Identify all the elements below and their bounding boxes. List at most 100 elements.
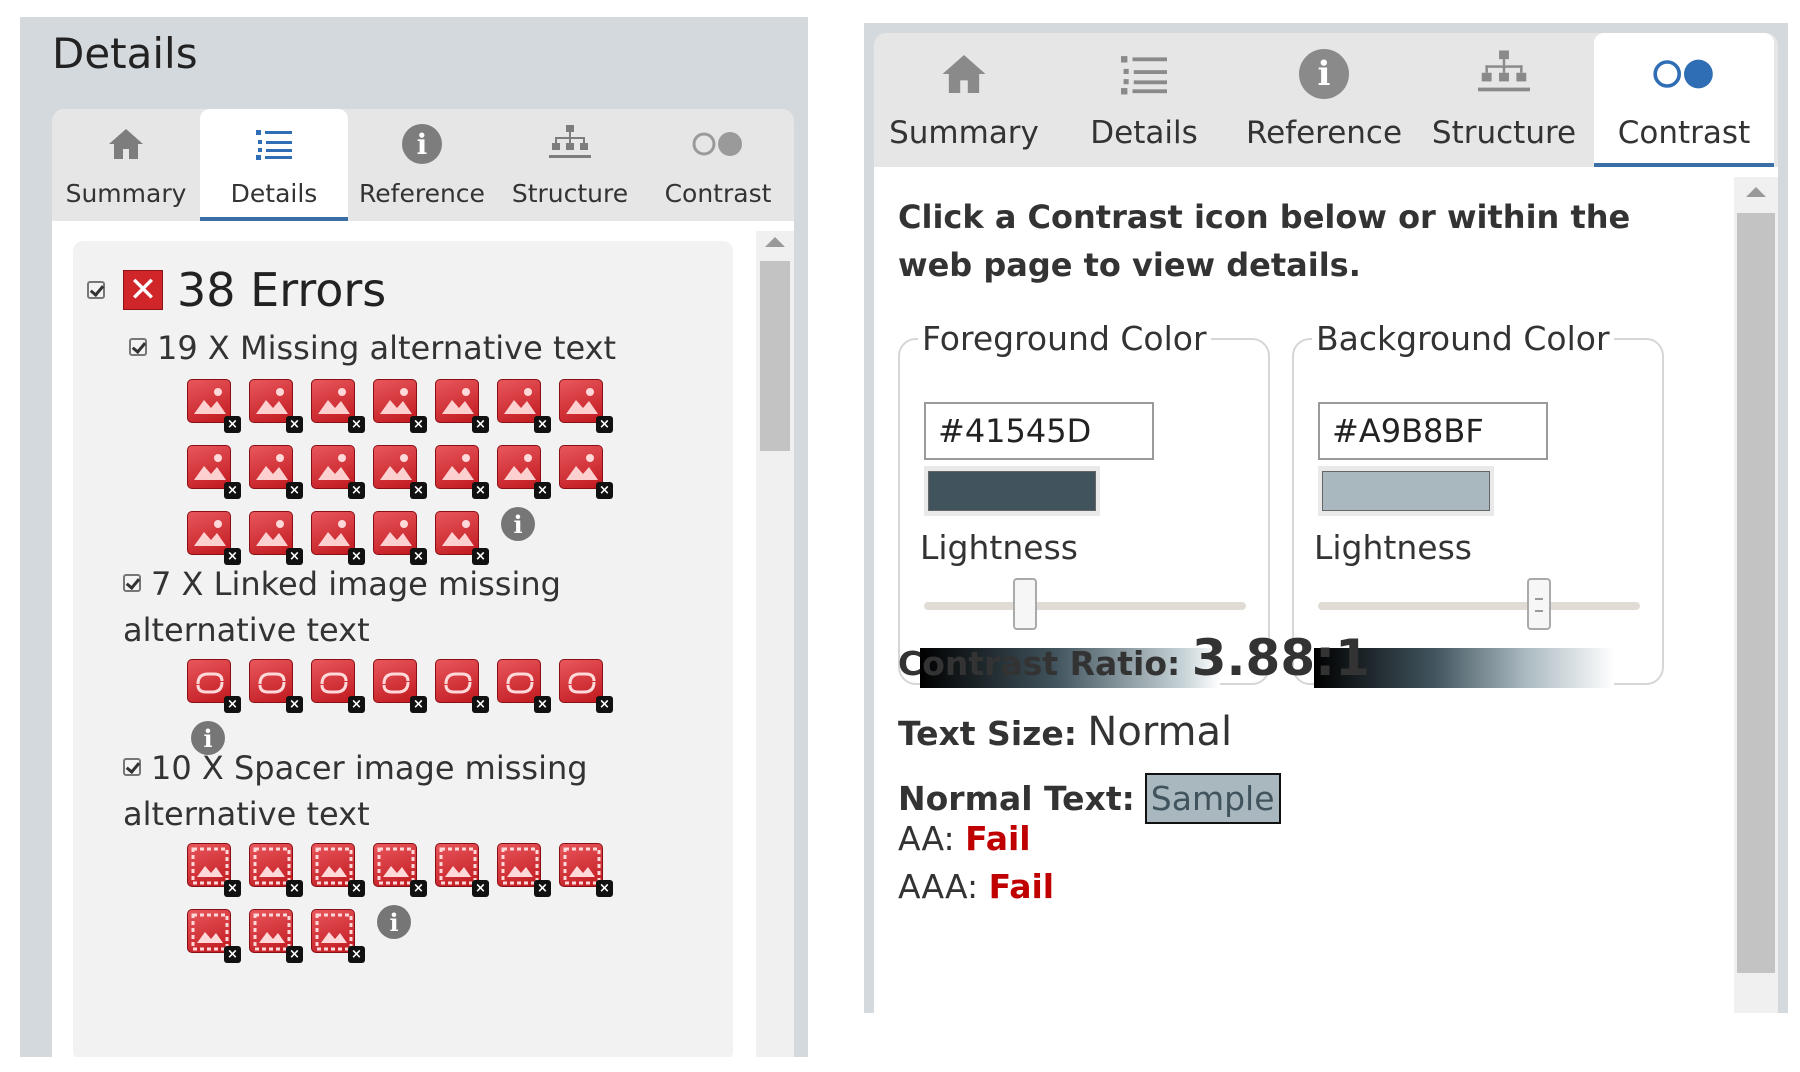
background-lightness-label: Lightness <box>1314 528 1472 567</box>
tab-summary[interactable]: Summary <box>52 109 200 221</box>
x-badge-icon: × <box>286 946 303 963</box>
tab-summary[interactable]: Summary <box>874 33 1054 167</box>
missing-alt-image-icon[interactable]: × <box>435 445 489 499</box>
group-title: 19 X Missing alternative text <box>157 329 617 367</box>
text-size: Text Size: Normal <box>898 709 1232 755</box>
tab-structure[interactable]: Structure <box>1414 33 1594 167</box>
group-checkbox[interactable] <box>123 574 141 592</box>
scroll-up-arrow-icon[interactable] <box>765 237 785 247</box>
x-badge-icon: × <box>224 416 241 433</box>
aa-result-row: AA: Fail <box>898 819 1031 858</box>
missing-alt-image-icon[interactable]: × <box>373 445 427 499</box>
tab-details[interactable]: Details <box>1054 33 1234 167</box>
scroll-thumb[interactable] <box>1737 213 1775 973</box>
background-legend: Background Color <box>1316 319 1610 358</box>
linked-image-missing-alt-icon[interactable]: × <box>187 659 241 713</box>
linked-image-missing-alt-icon[interactable]: × <box>249 659 303 713</box>
left-scrollbar[interactable] <box>756 231 794 1057</box>
error-x-icon: ✕ <box>123 270 163 310</box>
left-tab-bar: Summary Details i Reference Structure Co… <box>52 109 794 221</box>
spacer-image-missing-alt-icon[interactable]: × <box>249 909 303 963</box>
missing-alt-image-icon[interactable]: × <box>187 379 241 433</box>
x-badge-icon: × <box>348 482 365 499</box>
x-badge-icon: × <box>596 482 613 499</box>
group-checkbox[interactable] <box>129 338 147 356</box>
list-icon <box>1121 33 1167 115</box>
missing-alt-image-icon[interactable]: × <box>435 511 489 565</box>
scroll-up-arrow-icon[interactable] <box>1746 187 1766 197</box>
x-badge-icon: × <box>286 482 303 499</box>
missing-alt-image-icon[interactable]: × <box>187 445 241 499</box>
icon-grid: × × × × × × × × × × i <box>187 843 707 983</box>
contrast-panel: Summary Details i Reference Structure Co… <box>864 23 1788 1013</box>
spacer-image-missing-alt-icon[interactable]: × <box>435 843 489 897</box>
missing-alt-image-icon[interactable]: × <box>249 445 303 499</box>
x-badge-icon: × <box>224 880 241 897</box>
tab-contrast[interactable]: Contrast <box>644 109 792 221</box>
text-size-label: Text Size: <box>898 714 1077 753</box>
spacer-image-missing-alt-icon[interactable]: × <box>497 843 551 897</box>
missing-alt-image-icon[interactable]: × <box>311 445 365 499</box>
x-badge-icon: × <box>224 696 241 713</box>
tab-label: Contrast <box>664 179 772 208</box>
x-badge-icon: × <box>472 880 489 897</box>
linked-image-missing-alt-icon[interactable]: × <box>559 659 613 713</box>
background-lightness-track[interactable] <box>1318 602 1640 610</box>
tab-label: Reference <box>359 179 485 208</box>
linked-image-missing-alt-icon[interactable]: × <box>497 659 551 713</box>
missing-alt-image-icon[interactable]: × <box>559 445 613 499</box>
missing-alt-image-icon[interactable]: × <box>187 511 241 565</box>
spacer-image-missing-alt-icon[interactable]: × <box>311 843 365 897</box>
missing-alt-image-icon[interactable]: × <box>373 379 427 433</box>
x-badge-icon: × <box>286 696 303 713</box>
spacer-image-missing-alt-icon[interactable]: × <box>187 843 241 897</box>
missing-alt-image-icon[interactable]: × <box>373 511 427 565</box>
x-badge-icon: × <box>472 696 489 713</box>
foreground-hex-input[interactable] <box>924 402 1154 460</box>
scroll-thumb[interactable] <box>760 261 790 451</box>
spacer-image-missing-alt-icon[interactable]: × <box>311 909 365 963</box>
aa-result: Fail <box>965 819 1031 858</box>
right-tab-bar: Summary Details i Reference Structure Co… <box>874 33 1778 167</box>
errors-header: ✕ 38 Errors <box>87 263 386 317</box>
tab-label: Details <box>230 179 318 208</box>
x-badge-icon: × <box>410 482 427 499</box>
tab-details[interactable]: Details <box>200 109 348 221</box>
linked-image-missing-alt-icon[interactable]: × <box>373 659 427 713</box>
details-content: ✕ 38 Errors 19 X Missing alternative tex… <box>52 221 794 1057</box>
x-badge-icon: × <box>224 482 241 499</box>
spacer-image-missing-alt-icon[interactable]: × <box>373 843 427 897</box>
normal-text-label: Normal Text: <box>898 779 1135 818</box>
linked-image-missing-alt-icon[interactable]: × <box>435 659 489 713</box>
errors-checkbox[interactable] <box>87 281 105 299</box>
spacer-image-missing-alt-icon[interactable]: × <box>559 843 613 897</box>
missing-alt-image-icon[interactable]: × <box>497 379 551 433</box>
tab-reference[interactable]: i Reference <box>1234 33 1414 167</box>
info-icon[interactable]: i <box>377 905 425 953</box>
missing-alt-image-icon[interactable]: × <box>559 379 613 433</box>
tab-label: Summary <box>889 115 1039 151</box>
missing-alt-image-icon[interactable]: × <box>311 379 365 433</box>
foreground-lightness-slider[interactable] <box>1013 578 1038 630</box>
x-badge-icon: × <box>410 696 427 713</box>
missing-alt-image-icon[interactable]: × <box>435 379 489 433</box>
right-scrollbar[interactable] <box>1734 177 1778 1013</box>
tab-label: Details <box>1090 115 1198 151</box>
tab-contrast[interactable]: Contrast <box>1594 33 1774 167</box>
tab-label: Contrast <box>1617 115 1751 151</box>
tab-structure[interactable]: Structure <box>496 109 644 221</box>
info-icon[interactable]: i <box>501 507 549 555</box>
spacer-image-missing-alt-icon[interactable]: × <box>249 843 303 897</box>
missing-alt-image-icon[interactable]: × <box>249 511 303 565</box>
missing-alt-image-icon[interactable]: × <box>311 511 365 565</box>
group-checkbox[interactable] <box>123 758 141 776</box>
spacer-image-missing-alt-icon[interactable]: × <box>187 909 241 963</box>
linked-image-missing-alt-icon[interactable]: × <box>311 659 365 713</box>
tab-reference[interactable]: i Reference <box>348 109 496 221</box>
errors-well: ✕ 38 Errors 19 X Missing alternative tex… <box>73 241 733 1057</box>
background-lightness-slider[interactable] <box>1526 578 1551 630</box>
missing-alt-image-icon[interactable]: × <box>249 379 303 433</box>
foreground-lightness-track[interactable] <box>924 602 1246 610</box>
background-hex-input[interactable] <box>1318 402 1548 460</box>
missing-alt-image-icon[interactable]: × <box>497 445 551 499</box>
